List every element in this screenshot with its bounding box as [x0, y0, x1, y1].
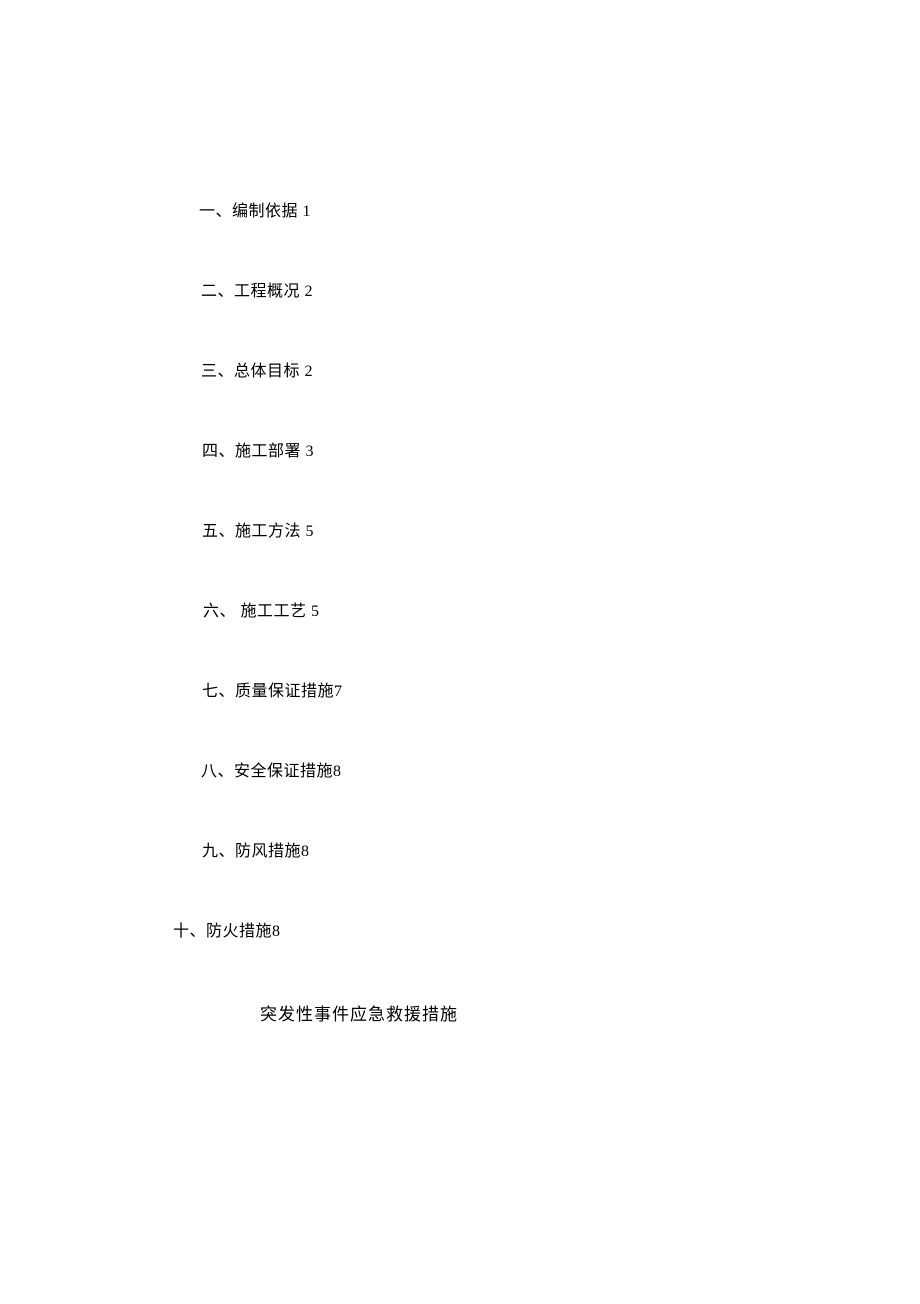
toc-item-9: 九、防风措施8 [202, 840, 820, 864]
toc-page-num: 5 [306, 523, 315, 540]
toc-label: 八、安全保证措施 [201, 763, 333, 780]
toc-item-7: 七、质量保证措施7 [202, 680, 820, 704]
toc-label: 十、防火措施 [173, 923, 272, 940]
toc-item-2: 二、工程概况 2 [201, 280, 820, 304]
toc-item-1: 一、编制依据 1 [199, 200, 820, 224]
toc-item-4: 四、施工部署 3 [202, 440, 820, 464]
toc-item-8: 八、安全保证措施8 [201, 760, 820, 784]
toc-page-num: 8 [272, 923, 281, 940]
toc-page-num: 7 [334, 683, 343, 700]
toc-label: 一、编制依据 [199, 203, 298, 220]
toc-page-num: 8 [333, 763, 342, 780]
toc-label: 三、总体目标 [201, 363, 300, 380]
toc-page-num: 2 [305, 283, 314, 300]
toc-item-6: 六、 施工工艺 5 [203, 600, 820, 624]
toc-label: 四、施工部署 [202, 443, 301, 460]
toc-page-num: 2 [305, 363, 314, 380]
toc-page-num: 8 [301, 843, 310, 860]
toc-item-10: 十、防火措施8 [173, 920, 820, 944]
toc-label: 五、施工方法 [202, 523, 301, 540]
toc-label: 七、质量保证措施 [202, 683, 334, 700]
toc-item-5: 五、施工方法 5 [202, 520, 820, 544]
toc-item-3: 三、总体目标 2 [201, 360, 820, 384]
section-title: 突发性事件应急救援措施 [260, 1000, 820, 1025]
toc-label: 二、工程概况 [201, 283, 300, 300]
toc-page-num: 3 [306, 443, 315, 460]
toc-label: 六、 施工工艺 [203, 603, 307, 620]
toc-page-num: 5 [311, 603, 320, 620]
toc-label: 九、防风措施 [202, 843, 301, 860]
toc-page-num: 1 [303, 203, 312, 220]
